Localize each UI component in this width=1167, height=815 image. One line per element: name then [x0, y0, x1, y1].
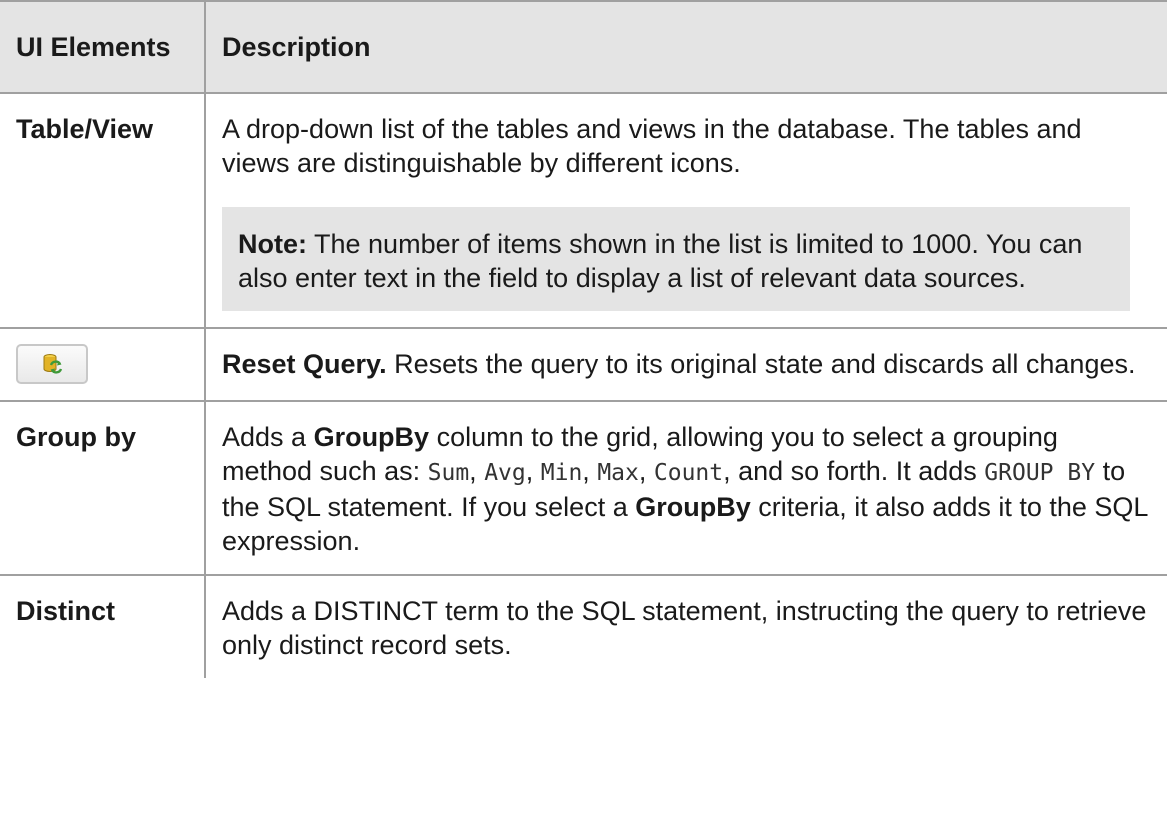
element-name-group-by: Group by	[0, 400, 206, 576]
group-by-text: Adds a	[222, 422, 314, 452]
code-count: Count	[653, 460, 724, 486]
table-row-reset-query: Reset Query. Resets the query to its ori…	[0, 327, 1167, 402]
column-header-ui-elements: UI Elements	[0, 0, 206, 94]
code-avg: Avg	[484, 460, 526, 486]
reset-query-title: Reset Query.	[222, 349, 387, 379]
code-group-by: GROUP BY	[984, 460, 1096, 486]
separator: ,	[525, 456, 541, 486]
description-text: A drop-down list of the tables and views…	[222, 114, 1082, 178]
note-text: The number of items shown in the list is…	[238, 229, 1083, 293]
description-cell-reset-query: Reset Query. Resets the query to its ori…	[204, 327, 1167, 402]
reset-query-description: Resets the query to its original state a…	[386, 349, 1136, 379]
separator: ,	[582, 456, 598, 486]
groupby-term: GroupBy	[635, 492, 751, 522]
note-label: Note:	[238, 229, 307, 259]
separator: ,	[638, 456, 654, 486]
description-cell-distinct: Adds a DISTINCT term to the SQL statemen…	[204, 574, 1167, 678]
column-header-description: Description	[204, 0, 1167, 94]
note-box: Note: The number of items shown in the l…	[222, 207, 1130, 311]
separator: ,	[469, 456, 485, 486]
groupby-term: GroupBy	[313, 422, 430, 452]
ui-elements-table-container: UI Elements Description Table/View A dro…	[0, 0, 1167, 815]
element-name-distinct: Distinct	[0, 574, 206, 678]
table-row-table-view: Table/View A drop-down list of the table…	[0, 92, 1167, 329]
reset-query-icon	[43, 354, 63, 374]
table-row-distinct: Distinct Adds a DISTINCT term to the SQL…	[0, 574, 1167, 678]
code-sum: Sum	[427, 460, 470, 486]
reset-query-button[interactable]	[16, 344, 88, 384]
code-max: Max	[597, 460, 639, 486]
description-cell-group-by: Adds a GroupBy column to the grid, allow…	[204, 400, 1167, 576]
table-header-row: UI Elements Description	[0, 0, 1167, 94]
code-min: Min	[540, 460, 583, 486]
group-by-text: , and so forth. It adds	[723, 456, 985, 486]
description-cell-table-view: A drop-down list of the tables and views…	[204, 92, 1167, 329]
table-row-group-by: Group by Adds a GroupBy column to the gr…	[0, 400, 1167, 576]
ui-elements-table: UI Elements Description Table/View A dro…	[0, 0, 1167, 678]
element-name-table-view: Table/View	[0, 92, 206, 329]
element-icon-cell	[0, 327, 206, 402]
